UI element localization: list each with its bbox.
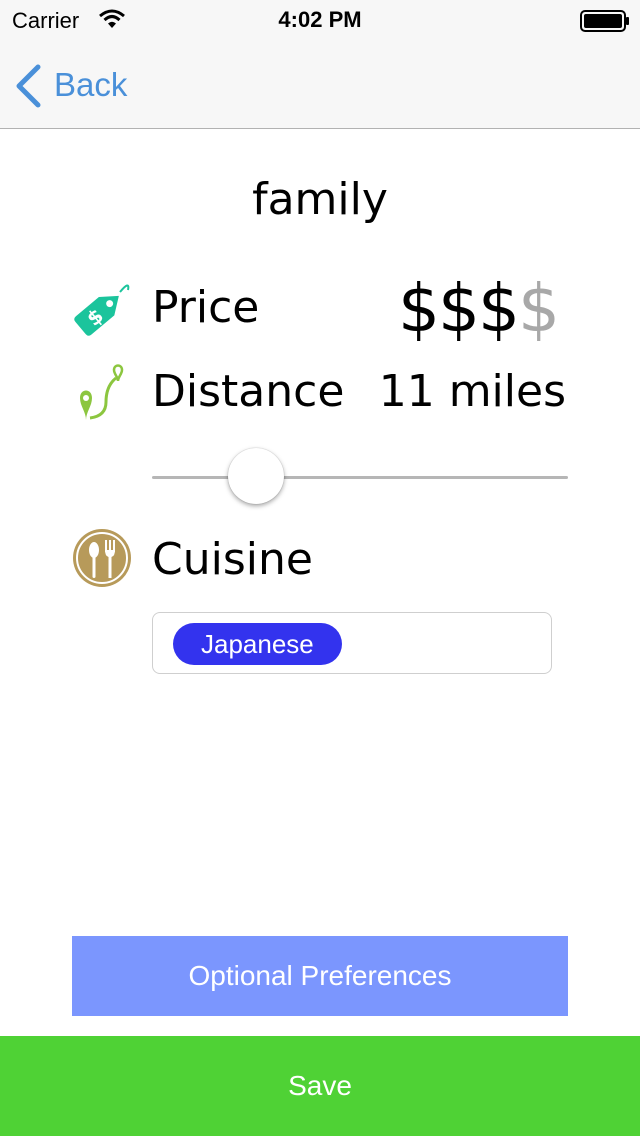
fork-spoon-icon [73,529,131,587]
slider-track [152,476,568,479]
navigation-bar: Back [0,40,640,129]
battery-icon [580,10,629,32]
price-rating[interactable]: $$$$ [398,270,560,347]
chevron-left-icon [16,64,41,108]
route-pin-icon [80,364,124,420]
price-label: Price [152,282,260,333]
price-active-level: $$$ [398,270,520,347]
status-bar: Carrier 4:02 PM [0,0,640,40]
back-label: Back [54,66,128,103]
price-tag-icon: $ [74,284,130,336]
optional-preferences-button[interactable]: Optional Preferences [72,936,568,1016]
distance-label: Distance [152,366,345,417]
cuisine-input[interactable]: Japanese [152,612,552,674]
status-time: 4:02 PM [278,7,362,32]
price-inactive-level: $ [518,270,560,347]
cuisine-label: Cuisine [152,534,313,585]
slider-thumb[interactable] [228,448,284,504]
page-title: family [252,174,388,225]
cuisine-tag[interactable]: Japanese [173,623,342,665]
save-button[interactable]: Save [0,1036,640,1136]
distance-value: 11 miles [378,366,566,417]
distance-slider[interactable] [152,446,568,506]
